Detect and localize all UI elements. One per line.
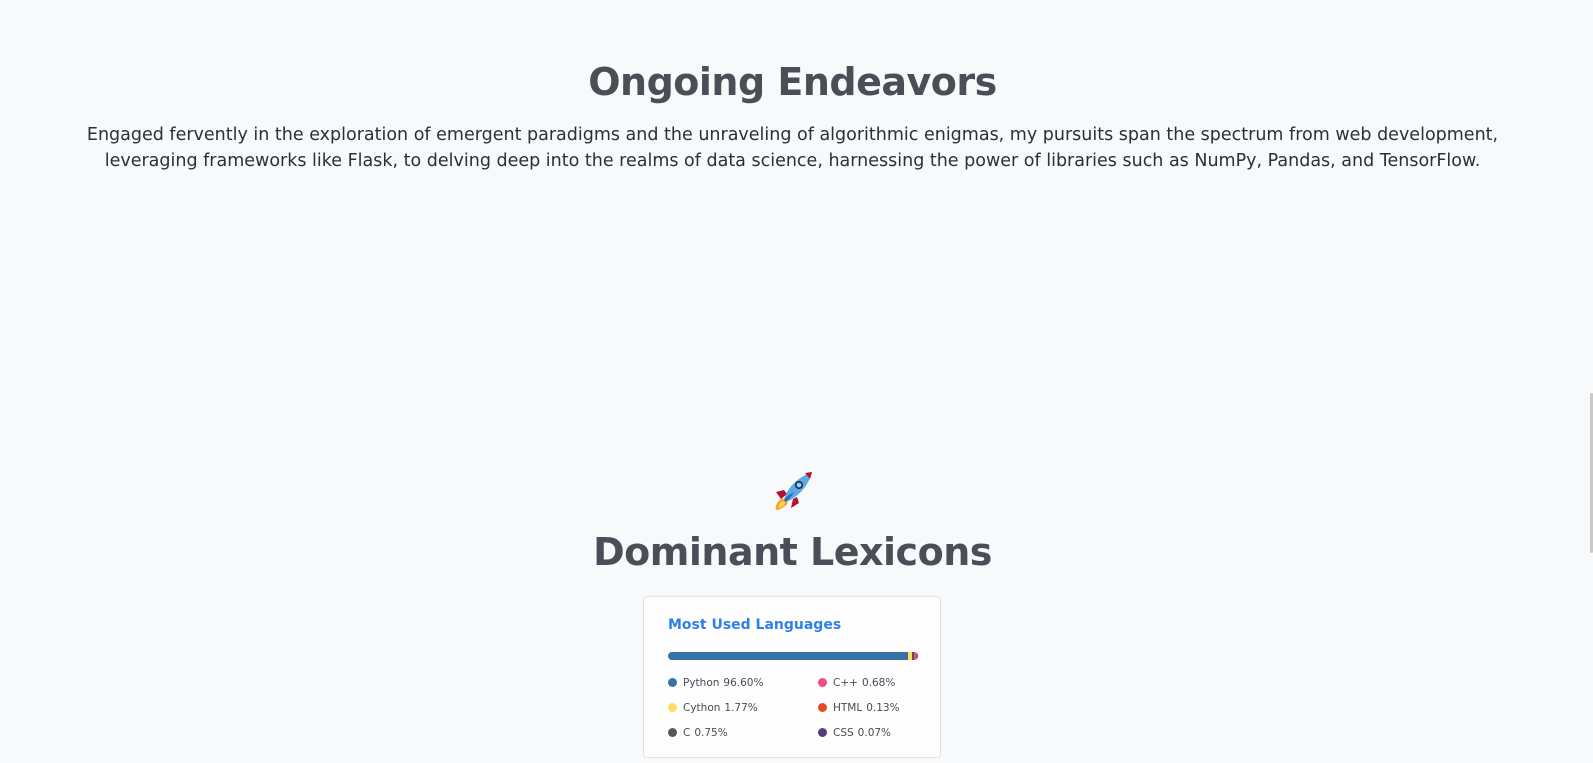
language-legend-item: C 0.75% <box>668 725 818 740</box>
language-percent: 0.68% <box>861 676 896 689</box>
language-percent: 0.07% <box>857 726 892 739</box>
languages-legend: Python 96.60% C++ 0.68% Cython 1.77% HTML 0… <box>668 675 928 740</box>
dominant-lexicons-heading: Dominant Lexicons <box>593 530 992 574</box>
language-color-dot <box>818 728 827 737</box>
language-color-dot <box>818 678 827 687</box>
language-legend-item: HTML 0.13% <box>818 700 928 715</box>
ongoing-endeavors-heading: Ongoing Endeavors <box>588 60 997 104</box>
language-legend-item: CSS 0.07% <box>818 725 928 740</box>
language-name: Cython <box>683 701 721 714</box>
language-legend-item: C++ 0.68% <box>818 675 928 690</box>
endeavors-description: Engaged fervently in the exploration of … <box>86 125 1499 171</box>
language-percent: 0.13% <box>866 701 900 714</box>
languages-progress-bar <box>668 652 918 660</box>
language-name: C++ <box>833 676 858 689</box>
language-bar-segment-python <box>668 652 909 660</box>
language-bar-segment-css <box>917 652 918 660</box>
language-color-dot <box>818 703 827 712</box>
language-name: Python <box>683 676 720 689</box>
languages-card[interactable]: Most Used Languages Python 96.60% C++ 0.6… <box>643 596 941 758</box>
rocket-icon <box>772 470 814 512</box>
languages-card-title: Most Used Languages <box>668 617 842 633</box>
language-color-dot <box>668 678 677 687</box>
language-percent: 0.75% <box>694 726 728 739</box>
language-percent: 96.60% <box>723 676 764 689</box>
language-color-dot <box>668 728 677 737</box>
language-legend-item: Cython 1.77% <box>668 700 818 715</box>
language-name: C <box>683 726 691 739</box>
language-name: CSS <box>833 726 854 739</box>
language-legend-item: Python 96.60% <box>668 675 818 690</box>
language-percent: 1.77% <box>724 701 758 714</box>
language-color-dot <box>668 703 677 712</box>
page: Ongoing Endeavors Engaged fervently in t… <box>0 0 1593 763</box>
language-name: HTML <box>833 701 863 714</box>
